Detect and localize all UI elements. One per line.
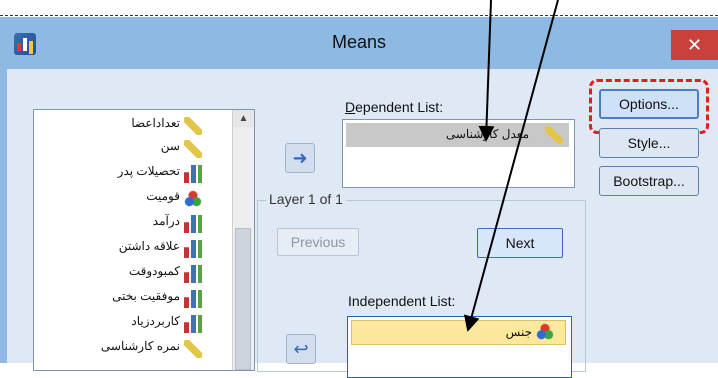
arrow-to-dependent — [478, 0, 495, 142]
annotation-arrows — [463, 0, 559, 332]
arrow-to-independent — [463, 0, 559, 332]
